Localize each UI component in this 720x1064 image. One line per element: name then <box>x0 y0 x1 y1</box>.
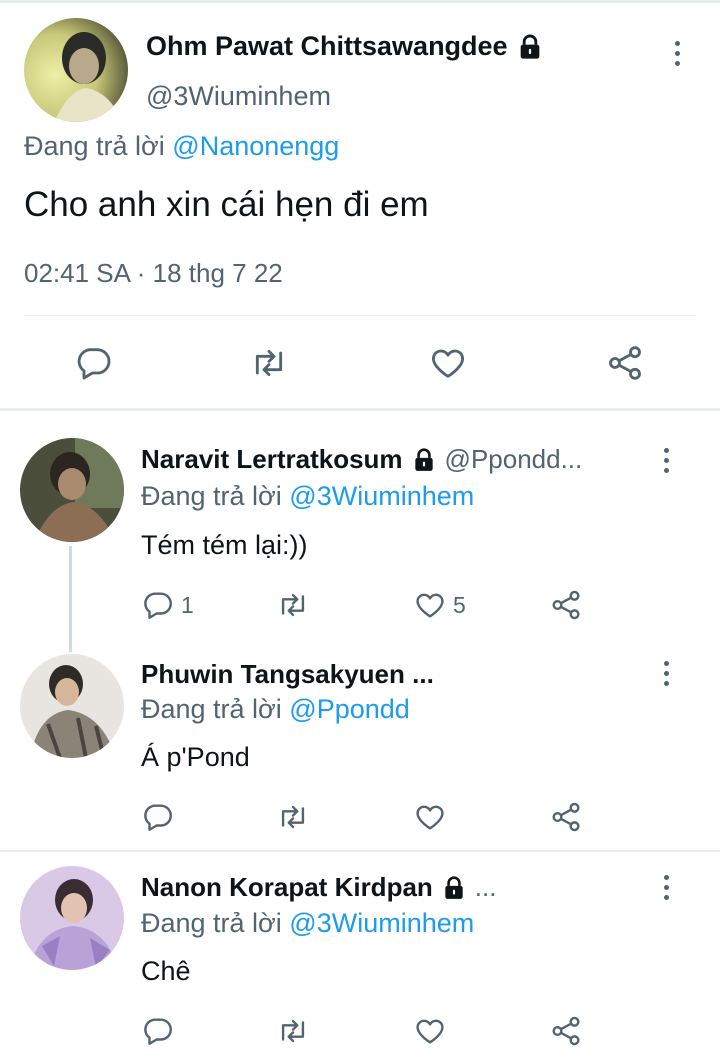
replying-to-prefix: Đang trả lời <box>141 481 282 511</box>
author-name[interactable]: Ohm Pawat Chittsawangdee <box>146 31 508 62</box>
replying-to-link[interactable]: @Nanonengg <box>172 131 339 161</box>
author-name-row: Nanon Korapat Kirdpan ... <box>141 872 496 903</box>
author-name[interactable]: Phuwin Tangsakyuen ... <box>141 659 434 690</box>
reply-icon[interactable] <box>141 1014 175 1048</box>
author-handle-truncated: ... <box>474 872 497 902</box>
like-count: 5 <box>453 592 466 618</box>
replying-to-link[interactable]: @3Wiuminhem <box>289 481 474 511</box>
tweet-text: Tém tém lại:)) <box>141 530 308 560</box>
lock-icon <box>516 33 544 61</box>
retweet-icon[interactable] <box>276 1014 310 1048</box>
reply-icon[interactable] <box>74 343 114 383</box>
tweet-text: Cho anh xin cái hẹn đi em <box>24 185 429 224</box>
replying-to-prefix: Đang trả lời <box>24 131 165 161</box>
lock-icon <box>441 875 467 901</box>
more-vertical-icon[interactable] <box>656 442 676 478</box>
more-vertical-icon[interactable] <box>656 869 676 905</box>
section-divider <box>0 408 720 411</box>
retweet-icon[interactable] <box>249 343 289 383</box>
avatar[interactable] <box>20 866 124 970</box>
replying-to-link[interactable]: @Ppondd <box>289 694 410 724</box>
replying-to-prefix: Đang trả lời <box>141 908 282 938</box>
retweet-icon[interactable] <box>276 588 310 622</box>
action-bar <box>0 343 720 385</box>
share-icon[interactable] <box>605 343 645 383</box>
thread-connector <box>69 546 72 652</box>
replying-to: Đang trả lời @Ppondd <box>141 694 410 725</box>
author-name-row: Phuwin Tangsakyuen ... <box>141 659 434 690</box>
replying-to-link[interactable]: @3Wiuminhem <box>289 908 474 938</box>
share-icon[interactable] <box>549 800 583 834</box>
author-handle[interactable]: @Ppondd... <box>445 444 583 475</box>
avatar[interactable] <box>24 18 128 122</box>
tweet-text: Chê <box>141 956 191 986</box>
heart-icon[interactable] <box>428 343 468 383</box>
share-icon[interactable] <box>549 1014 583 1048</box>
author-name[interactable]: Nanon Korapat Kirdpan <box>141 872 433 903</box>
replying-to: Đang trả lời @3Wiuminhem <box>141 908 474 939</box>
heart-icon[interactable] <box>413 1014 447 1048</box>
reply-icon[interactable] <box>141 588 175 622</box>
lock-icon <box>411 447 437 473</box>
main-tweet: Ohm Pawat Chittsawangdee @3Wiuminhem Đan… <box>0 3 720 408</box>
author-name-row: Naravit Lertratkosum @Ppondd... <box>141 444 582 475</box>
replying-to-prefix: Đang trả lời <box>141 694 282 724</box>
avatar[interactable] <box>20 438 124 542</box>
reply-count: 1 <box>181 592 194 618</box>
avatar[interactable] <box>20 654 124 758</box>
more-vertical-icon[interactable] <box>667 35 687 71</box>
retweet-icon[interactable] <box>276 800 310 834</box>
reply-icon[interactable] <box>141 800 175 834</box>
author-name[interactable]: Naravit Lertratkosum <box>141 444 403 475</box>
heart-icon[interactable] <box>413 588 447 622</box>
author-name-row: Ohm Pawat Chittsawangdee <box>146 31 544 62</box>
author-handle[interactable]: @3Wiuminhem <box>146 81 331 112</box>
share-icon[interactable] <box>549 588 583 622</box>
more-vertical-icon[interactable] <box>656 655 676 691</box>
tweet-text: Á p'Pond <box>141 742 250 772</box>
divider <box>0 850 720 852</box>
tweet-timestamp[interactable]: 02:41 SA · 18 thg 7 22 <box>24 258 283 289</box>
divider <box>24 315 696 316</box>
heart-icon[interactable] <box>413 800 447 834</box>
replying-to: Đang trả lời @3Wiuminhem <box>141 481 474 512</box>
replying-to: Đang trả lời @Nanonengg <box>24 131 339 162</box>
